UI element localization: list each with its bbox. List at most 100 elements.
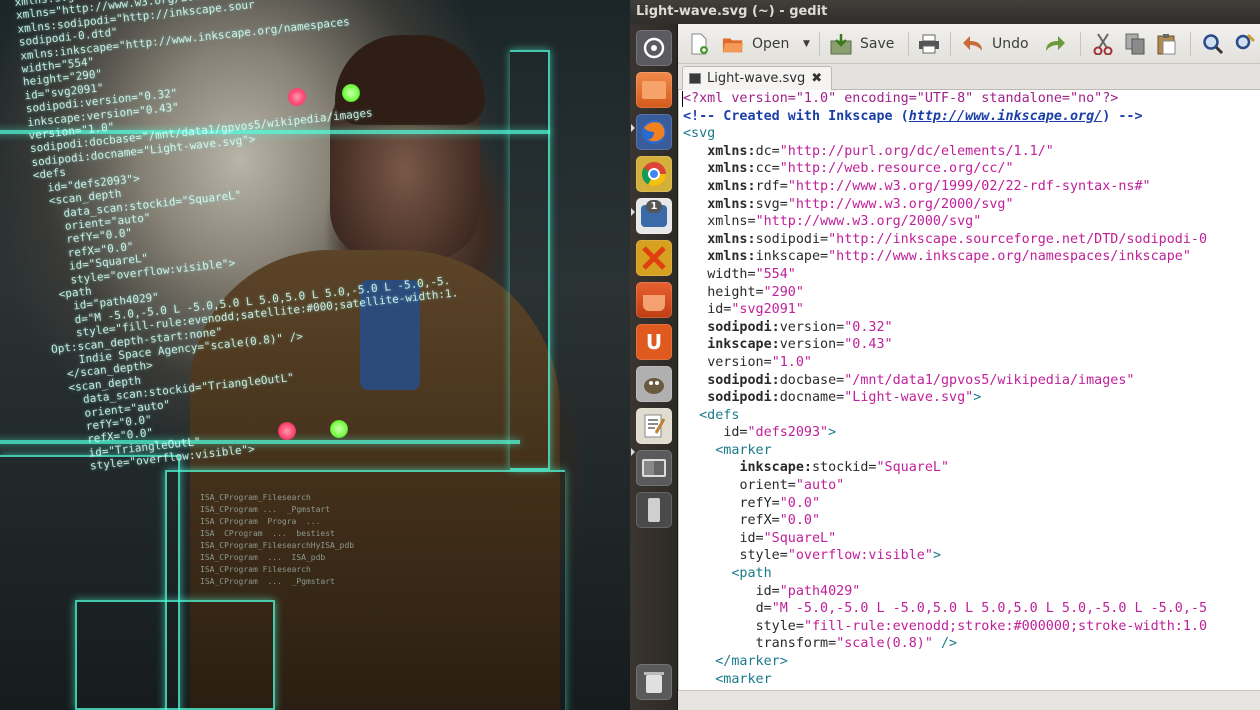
gimp-icon[interactable]	[636, 366, 672, 402]
code-token: ) -->	[1102, 108, 1143, 124]
running-indicator-icon	[631, 124, 635, 132]
code-line[interactable]: style="fill-rule:evenodd;stroke:#000000;…	[683, 618, 1207, 636]
code-line[interactable]: <defs	[683, 407, 1207, 425]
redo-button[interactable]	[1044, 30, 1074, 58]
gedit-icon[interactable]	[636, 408, 672, 444]
code-line[interactable]: id="SquareL"	[683, 530, 1207, 548]
code-line[interactable]: xmlns="http://www.w3.org/2000/svg"	[683, 213, 1207, 231]
code-line[interactable]: style="overflow:visible">	[683, 547, 1207, 565]
comment-link[interactable]: http://www.inkscape.org/	[909, 109, 1102, 124]
tab-light-wave-svg[interactable]: Light-wave.svg ✖	[682, 66, 832, 90]
code-line[interactable]: refY="0.0"	[683, 495, 1207, 513]
find-icon	[1202, 33, 1224, 55]
code-line[interactable]: <?xml version="1.0" encoding="UTF-8" sta…	[683, 90, 1207, 108]
code-line[interactable]: xmlns:rdf="http://www.w3.org/1999/02/22-…	[683, 178, 1207, 196]
code-token: id=	[723, 425, 748, 441]
copy-button[interactable]	[1124, 30, 1154, 58]
text-editor[interactable]: <?xml version="1.0" encoding="UTF-8" sta…	[678, 90, 1260, 690]
code-line[interactable]: sodipodi:version="0.32"	[683, 319, 1207, 337]
holographic-code-overlay: xmlns:svg="http://www.w3.org xmlns="http…	[14, 0, 459, 473]
code-token: "M -5.0,-5.0 L -5.0,5.0 L 5.0,5.0 L 5.0,…	[771, 601, 1208, 617]
code-token: >	[973, 390, 982, 406]
code-line[interactable]: refX="0.0"	[683, 512, 1207, 530]
code-line[interactable]: xmlns:dc="http://purl.org/dc/elements/1.…	[683, 143, 1207, 161]
code-line[interactable]: <path	[683, 565, 1207, 583]
undo-button[interactable]: Undo	[962, 30, 1029, 58]
code-line[interactable]: <!-- Created with Inkscape (http://www.i…	[683, 108, 1207, 126]
close-tab-icon[interactable]: ✖	[811, 71, 822, 86]
code-token: >	[932, 548, 941, 564]
code-line[interactable]: orient="auto"	[683, 477, 1207, 495]
software-center-icon[interactable]	[636, 282, 672, 318]
code-line[interactable]: inkscape:version="0.43"	[683, 336, 1207, 354]
code-line[interactable]: height="290"	[683, 284, 1207, 302]
code-line[interactable]: inkscape:stockid="SquareL"	[683, 459, 1207, 477]
code-token: "0.0"	[779, 495, 821, 511]
cut-button[interactable]	[1092, 30, 1122, 58]
code-token: xmlns:	[707, 178, 756, 194]
code-token: "scale(0.8)"	[836, 636, 933, 652]
open-recent-dropdown[interactable]: ▼	[803, 30, 810, 58]
chrome-icon[interactable]	[636, 156, 672, 192]
code-token: "http://www.inkscape.org/namespaces/inks…	[828, 249, 1191, 265]
code-line[interactable]: id="defs2093">	[683, 424, 1207, 442]
code-line[interactable]: xmlns:cc="http://web.resource.org/cc/"	[683, 160, 1207, 178]
new-document-button[interactable]	[688, 30, 718, 58]
code-line[interactable]: xmlns:svg="http://www.w3.org/2000/svg"	[683, 196, 1207, 214]
code-token: "svg2091"	[731, 302, 804, 318]
code-token: svg=	[755, 196, 788, 212]
workspaces-icon[interactable]	[636, 450, 672, 486]
code-line[interactable]: sodipodi:docname="Light-wave.svg">	[683, 389, 1207, 407]
code-token: sodipodi:	[707, 390, 780, 406]
find-button[interactable]	[1202, 30, 1232, 58]
trash-icon[interactable]	[636, 664, 672, 700]
code-token: transform=	[755, 636, 837, 652]
open-label: Open	[752, 36, 790, 52]
save-button[interactable]: Save	[830, 30, 894, 58]
code-token: d=	[755, 601, 772, 617]
code-content[interactable]: <?xml version="1.0" encoding="UTF-8" sta…	[682, 90, 1207, 689]
code-line[interactable]: version="1.0"	[683, 354, 1207, 372]
code-line[interactable]: sodipodi:docbase="/mnt/data1/gpvos5/wiki…	[683, 372, 1207, 390]
code-line[interactable]: <marker	[683, 442, 1207, 460]
code-line[interactable]: transform="scale(0.8)" />	[683, 635, 1207, 653]
dash-home-icon[interactable]	[636, 30, 672, 66]
code-token: style=	[739, 548, 788, 564]
code-line[interactable]: width="554"	[683, 266, 1207, 284]
gedit-window: Light-wave.svg (~) - gedit 1 U Open ▼ Sa…	[630, 0, 1260, 710]
window-titlebar[interactable]: Light-wave.svg (~) - gedit	[630, 0, 1260, 24]
code-line[interactable]: <svg	[683, 125, 1207, 143]
usb-drive-icon[interactable]	[636, 492, 672, 528]
code-token: "http://purl.org/dc/elements/1.1/"	[779, 143, 1054, 159]
firefox-icon[interactable]	[636, 114, 672, 150]
crossover-icon[interactable]	[636, 240, 672, 276]
holo-frame-right	[510, 50, 550, 470]
code-token: width=	[707, 266, 756, 282]
open-button[interactable]: Open	[722, 30, 789, 58]
toolbar-separator	[950, 32, 951, 56]
code-line[interactable]: d="M -5.0,-5.0 L -5.0,5.0 L 5.0,5.0 L 5.…	[683, 600, 1207, 618]
code-token: refY=	[739, 495, 780, 511]
code-line[interactable]: xmlns:sodipodi="http://inkscape.sourcefo…	[683, 231, 1207, 249]
code-token: />	[932, 636, 958, 652]
code-line[interactable]: id="path4029"	[683, 583, 1207, 601]
code-line[interactable]: xmlns:inkscape="http://www.inkscape.org/…	[683, 248, 1207, 266]
code-token: "http://web.resource.org/cc/"	[779, 161, 1014, 177]
print-button[interactable]	[918, 30, 948, 58]
code-line[interactable]: <marker	[683, 671, 1207, 689]
code-token: version=	[707, 354, 772, 370]
replace-button[interactable]	[1234, 30, 1260, 58]
paste-button[interactable]	[1156, 30, 1186, 58]
notification-app-icon[interactable]: 1	[636, 198, 672, 234]
ubuntu-one-icon[interactable]: U	[636, 324, 672, 360]
redo-icon	[1044, 33, 1066, 55]
files-icon[interactable]	[636, 72, 672, 108]
code-line[interactable]: </marker>	[683, 653, 1207, 671]
code-line[interactable]: id="svg2091"	[683, 301, 1207, 319]
